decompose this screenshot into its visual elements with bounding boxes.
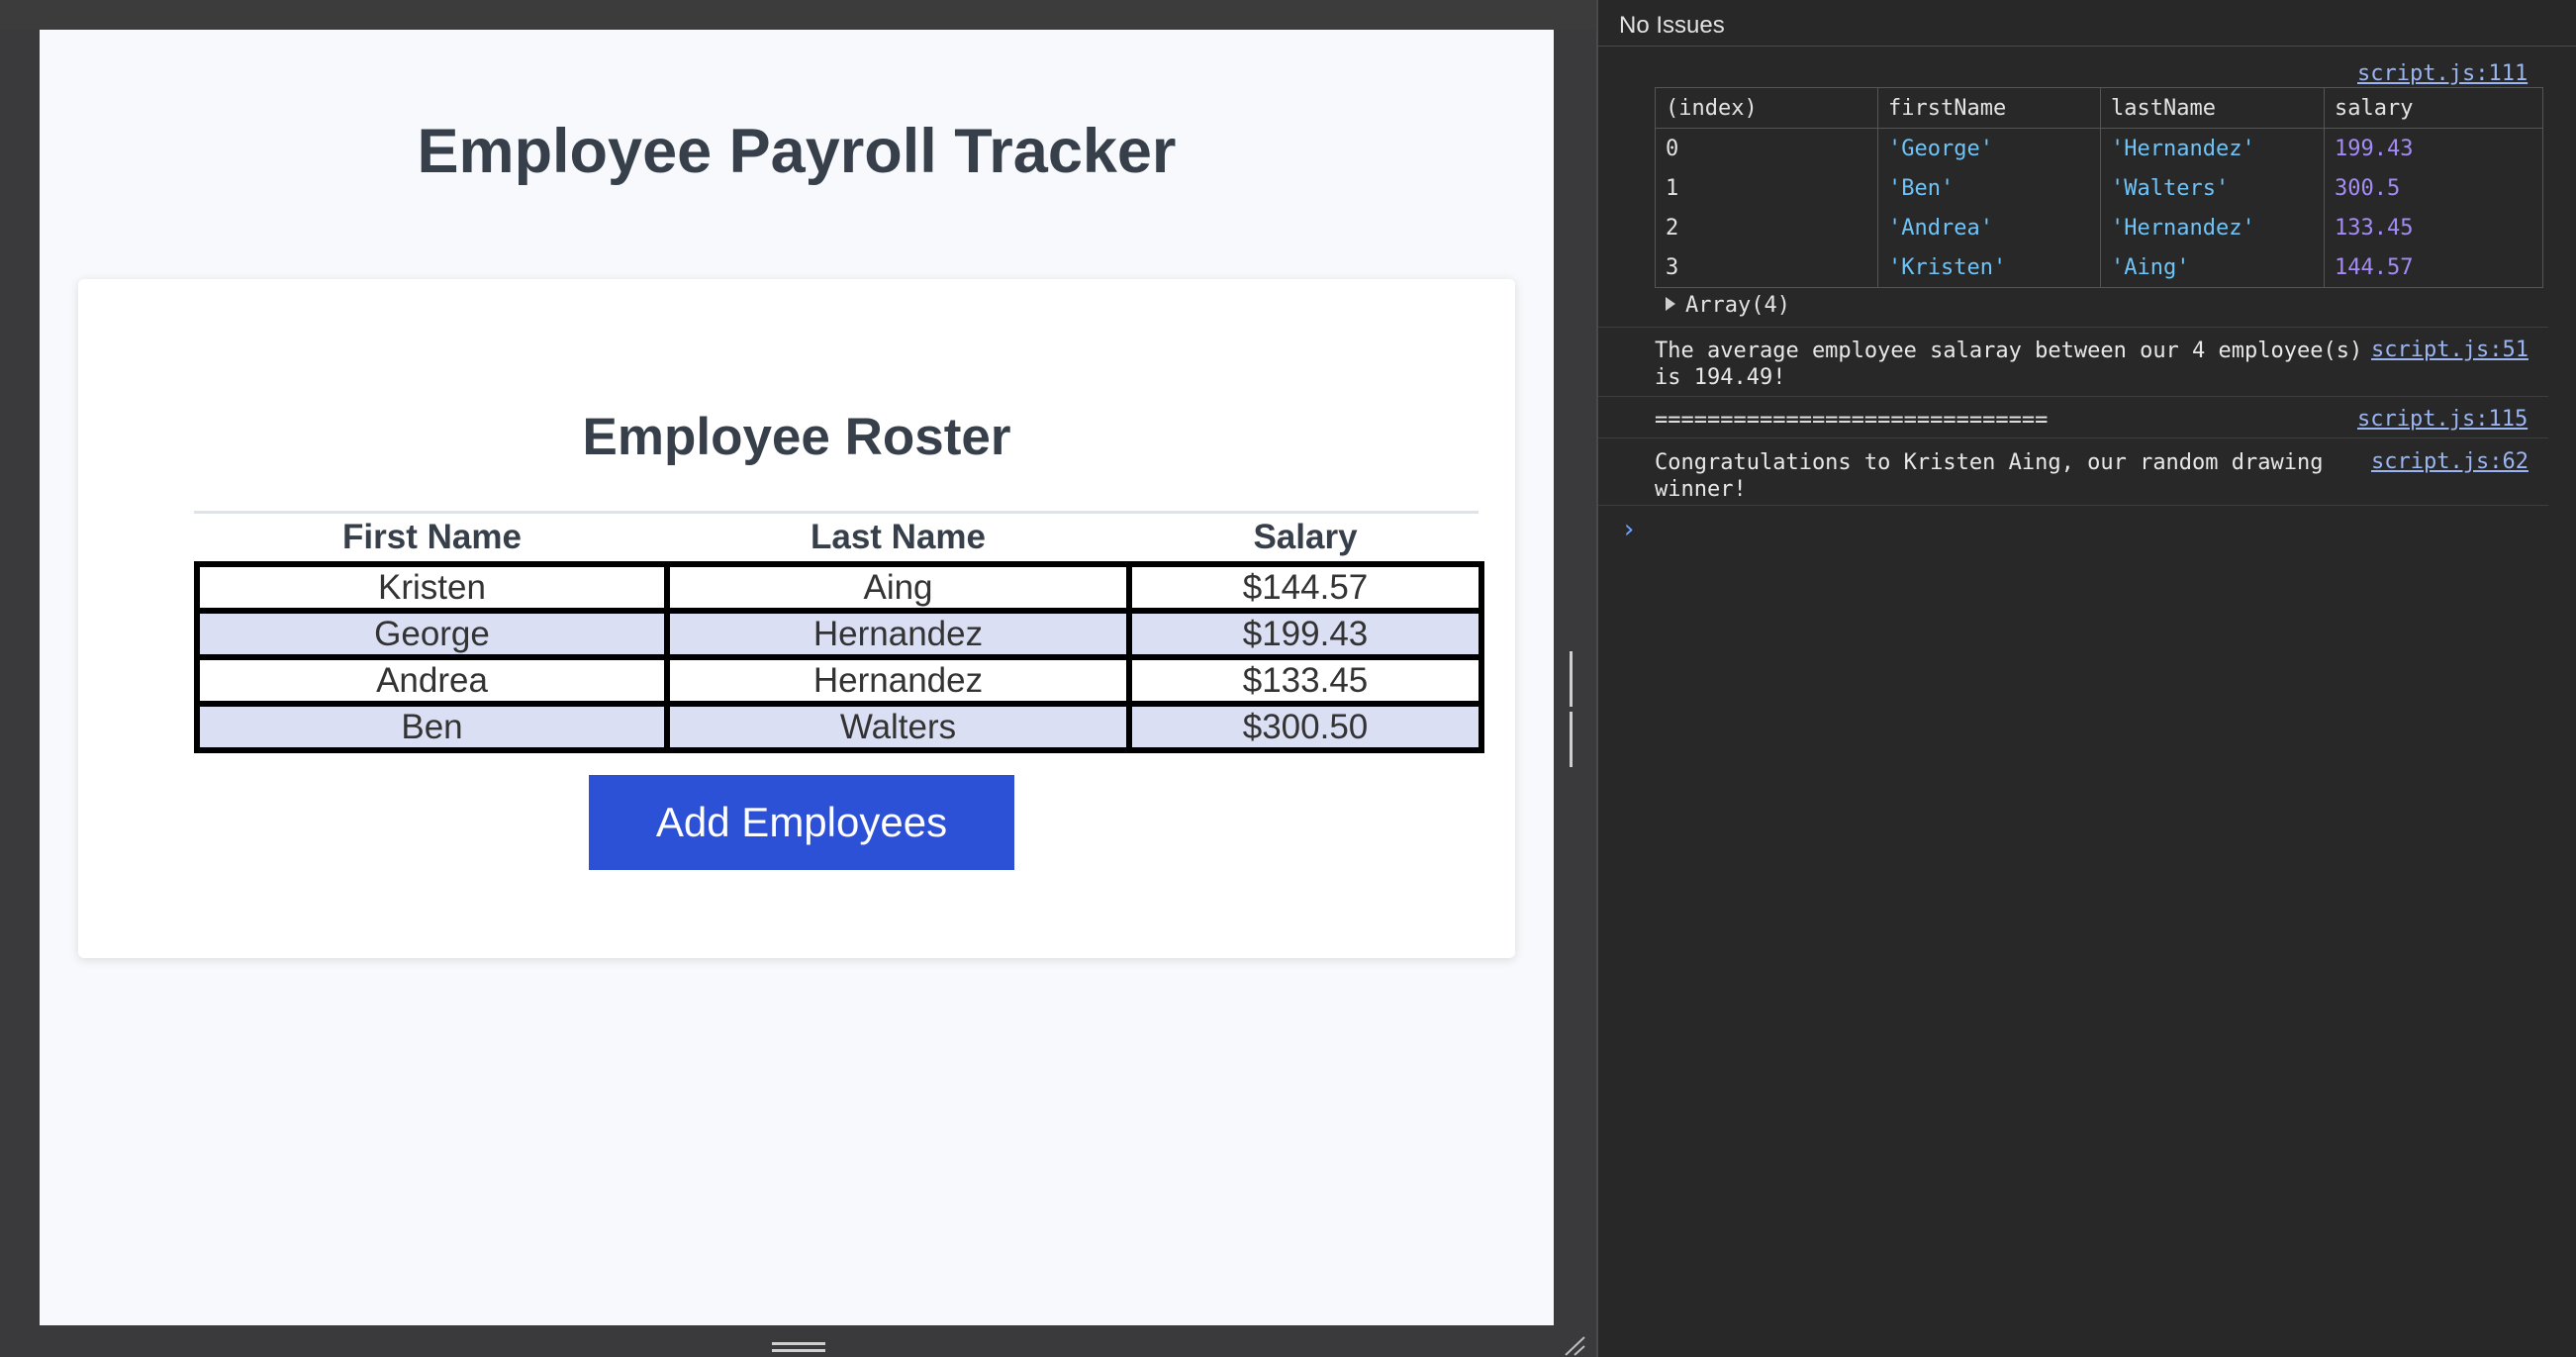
- salary-cell: $144.57: [1126, 561, 1484, 614]
- console-salary-cell: 300.5: [2324, 168, 2543, 208]
- console-table-row: 3 'Kristen' 'Aing' 144.57: [1655, 247, 2543, 288]
- separator-message: ==============================: [1655, 408, 2049, 433]
- roster-card: Employee Roster First Name Last Name Sal…: [78, 279, 1515, 958]
- horizontal-resize-handle[interactable]: [772, 1342, 825, 1354]
- console-prompt-icon[interactable]: ›: [1621, 515, 1637, 544]
- console-divider: [1598, 327, 2548, 328]
- console-table-row: 0 'George' 'Hernandez' 199.43: [1655, 128, 2543, 168]
- console-salary-cell: 199.43: [2324, 128, 2543, 168]
- salary-cell: $133.45: [1126, 654, 1484, 707]
- console-lastname-cell: 'Hernandez': [2100, 208, 2325, 247]
- last-name-cell: Hernandez: [664, 608, 1132, 660]
- column-header-salary: Salary: [1253, 518, 1358, 556]
- table-row: George Hernandez $199.43: [194, 608, 1484, 660]
- table-header-row: First Name Last Name Salary: [197, 514, 1481, 564]
- console-divider: [1598, 396, 2548, 397]
- page-title: Employee Payroll Tracker: [417, 117, 1177, 186]
- browser-viewport-frame: Employee Payroll Tracker Employee Roster…: [0, 0, 1595, 1357]
- console-lastname-cell: 'Aing': [2100, 247, 2325, 288]
- column-header-first-name: First Name: [342, 518, 522, 556]
- console-table-header: (index) firstName lastName salary: [1655, 87, 2543, 129]
- console-column-index[interactable]: (index): [1655, 87, 1878, 129]
- first-name-cell: Ben: [194, 701, 670, 753]
- source-link[interactable]: script.js:115: [2357, 407, 2528, 432]
- average-message-line1: The average employee salaray between our…: [1655, 339, 2363, 363]
- console-firstname-cell: 'Ben': [1877, 168, 2101, 208]
- console-column-salary[interactable]: salary: [2324, 87, 2543, 129]
- resize-grip-icon[interactable]: [1562, 1334, 1585, 1356]
- console-column-firstname[interactable]: firstName: [1877, 87, 2101, 129]
- winner-message: Congratulations to Kristen Aing, our ran…: [1655, 449, 2324, 503]
- console-divider: [1598, 437, 2548, 438]
- salary-cell: $199.43: [1126, 608, 1484, 660]
- add-employees-button[interactable]: Add Employees: [589, 775, 1014, 870]
- console-lastname-cell: 'Walters': [2100, 168, 2325, 208]
- console-firstname-cell: 'Andrea': [1877, 208, 2101, 247]
- winner-message-line2: winner!: [1655, 477, 1747, 502]
- console-divider: [1598, 505, 2548, 506]
- column-header-last-name: Last Name: [810, 518, 987, 556]
- employee-roster-table: First Name Last Name Salary Kristen Aing…: [194, 514, 1484, 753]
- array-label: Array(4): [1685, 293, 1790, 318]
- array-expander[interactable]: Array(4): [1666, 293, 1790, 318]
- average-salary-message: The average employee salaray between our…: [1655, 338, 2362, 391]
- console-lastname-cell: 'Hernandez': [2100, 128, 2325, 168]
- winner-message-line1: Congratulations to Kristen Aing, our ran…: [1655, 450, 2324, 475]
- console-salary-cell: 133.45: [2324, 208, 2543, 247]
- console-firstname-cell: 'George': [1877, 128, 2101, 168]
- console-table-row: 1 'Ben' 'Walters' 300.5: [1655, 168, 2543, 208]
- issues-status[interactable]: No Issues: [1619, 12, 1725, 40]
- roster-title: Employee Roster: [582, 408, 1011, 466]
- source-link[interactable]: script.js:51: [2371, 338, 2528, 362]
- console-index-cell: 3: [1655, 247, 1878, 288]
- console-salary-cell: 144.57: [2324, 247, 2543, 288]
- last-name-cell: Walters: [664, 701, 1132, 753]
- viewport-top-bar: [0, 0, 1595, 30]
- issues-bar: No Issues: [1598, 0, 2576, 47]
- console-index-cell: 1: [1655, 168, 1878, 208]
- average-message-line2: is 194.49!: [1655, 365, 1786, 390]
- table-row: Kristen Aing $144.57: [194, 561, 1484, 614]
- source-link[interactable]: script.js:111: [2357, 61, 2528, 86]
- console-index-cell: 0: [1655, 128, 1878, 168]
- console-index-cell: 2: [1655, 208, 1878, 247]
- table-row: Ben Walters $300.50: [194, 701, 1484, 753]
- salary-cell: $300.50: [1126, 701, 1484, 753]
- page-content: Employee Payroll Tracker Employee Roster…: [40, 30, 1554, 1325]
- last-name-cell: Aing: [664, 561, 1132, 614]
- devtools-console-panel: No Issues script.js:111 (index) firstNam…: [1596, 0, 2576, 1357]
- console-firstname-cell: 'Kristen': [1877, 247, 2101, 288]
- first-name-cell: George: [194, 608, 670, 660]
- roster-table-wrapper: First Name Last Name Salary Kristen Aing…: [194, 511, 1484, 753]
- table-row: Andrea Hernandez $133.45: [194, 654, 1484, 707]
- expand-triangle-icon[interactable]: [1666, 297, 1675, 311]
- last-name-cell: Hernandez: [664, 654, 1132, 707]
- console-table: (index) firstName lastName salary 0 'Geo…: [1655, 87, 2543, 288]
- source-link[interactable]: script.js:62: [2371, 449, 2528, 474]
- first-name-cell: Andrea: [194, 654, 670, 707]
- console-table-row: 2 'Andrea' 'Hernandez' 133.45: [1655, 208, 2543, 247]
- console-column-lastname[interactable]: lastName: [2100, 87, 2325, 129]
- first-name-cell: Kristen: [194, 561, 670, 614]
- vertical-resize-handle[interactable]: [1570, 651, 1579, 767]
